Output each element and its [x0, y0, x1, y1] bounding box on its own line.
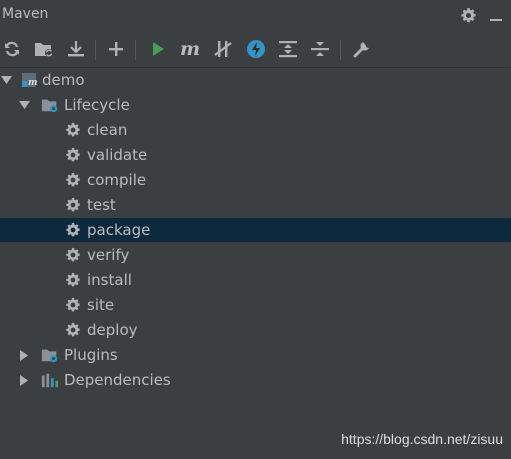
collapse-arrow-icon[interactable]	[18, 368, 30, 392]
run-icon[interactable]	[146, 37, 170, 61]
goal-label: validate	[87, 146, 148, 164]
goal-row-compile[interactable]: compile	[0, 168, 511, 192]
gear-icon	[64, 321, 82, 339]
tree-row-demo[interactable]: m demo	[0, 68, 511, 92]
gear-icon	[64, 271, 82, 289]
goal-label: package	[87, 221, 151, 239]
watermark-text: https://blog.csdn.net/zisuu	[341, 431, 503, 447]
dependencies-label: Dependencies	[64, 371, 171, 389]
collapse-all-icon[interactable]	[308, 37, 332, 61]
settings-wrench-icon[interactable]	[350, 37, 374, 61]
expand-arrow-icon[interactable]	[0, 68, 12, 92]
goal-label: compile	[87, 171, 147, 189]
offline-icon[interactable]	[244, 37, 268, 61]
goal-label: deploy	[87, 321, 138, 339]
tree-row-lifecycle[interactable]: Lifecycle	[0, 93, 511, 117]
gear-icon	[64, 171, 82, 189]
goal-label: site	[87, 296, 115, 314]
lifecycle-label: Lifecycle	[64, 96, 130, 114]
goal-label: install	[87, 271, 132, 289]
tree-row-dependencies[interactable]: Dependencies	[0, 368, 511, 392]
expand-all-icon[interactable]	[276, 37, 300, 61]
goal-label: test	[87, 196, 116, 214]
tree-row-plugins[interactable]: Plugins	[0, 343, 511, 367]
gear-icon[interactable]	[459, 6, 477, 24]
gear-icon	[64, 121, 82, 139]
goal-row-package[interactable]: package	[0, 218, 511, 242]
goal-row-deploy[interactable]: deploy	[0, 318, 511, 342]
goal-row-verify[interactable]: verify	[0, 243, 511, 267]
add-icon[interactable]	[104, 37, 128, 61]
dependencies-icon	[41, 371, 59, 389]
goal-row-validate[interactable]: validate	[0, 143, 511, 167]
hide-panel-icon[interactable]	[487, 6, 505, 24]
download-icon[interactable]	[64, 37, 88, 61]
skip-tests-icon[interactable]	[211, 37, 235, 61]
panel-header: Maven	[0, 0, 511, 30]
gear-icon	[64, 296, 82, 314]
expand-arrow-icon[interactable]	[18, 93, 30, 117]
maven-goal-glyph: m	[179, 37, 201, 60]
toolbar-separator	[95, 40, 96, 60]
plugins-label: Plugins	[64, 346, 118, 364]
goal-label: clean	[87, 121, 128, 139]
collapse-arrow-icon[interactable]	[18, 343, 30, 367]
gear-icon	[64, 146, 82, 164]
plugins-folder-icon	[41, 346, 59, 364]
folder-refresh-icon[interactable]	[32, 37, 56, 61]
panel-title: Maven	[2, 6, 49, 22]
goal-row-install[interactable]: install	[0, 268, 511, 292]
gear-icon	[64, 196, 82, 214]
toolbar-separator	[340, 40, 341, 60]
goal-row-clean[interactable]: clean	[0, 118, 511, 142]
goal-label: verify	[87, 246, 130, 264]
maven-goal-icon[interactable]: m	[178, 37, 202, 61]
goal-row-site[interactable]: site	[0, 293, 511, 317]
gear-icon	[64, 246, 82, 264]
maven-toolbar: m	[0, 34, 511, 64]
header-icons	[459, 6, 505, 24]
lifecycle-folder-icon	[41, 96, 59, 114]
reload-icon[interactable]	[0, 37, 24, 61]
goal-row-test[interactable]: test	[0, 193, 511, 217]
gear-icon	[64, 221, 82, 239]
project-label: demo	[42, 71, 85, 89]
toolbar-separator	[135, 40, 136, 60]
svg-text:m: m	[28, 78, 38, 88]
maven-project-icon: m	[20, 71, 38, 89]
